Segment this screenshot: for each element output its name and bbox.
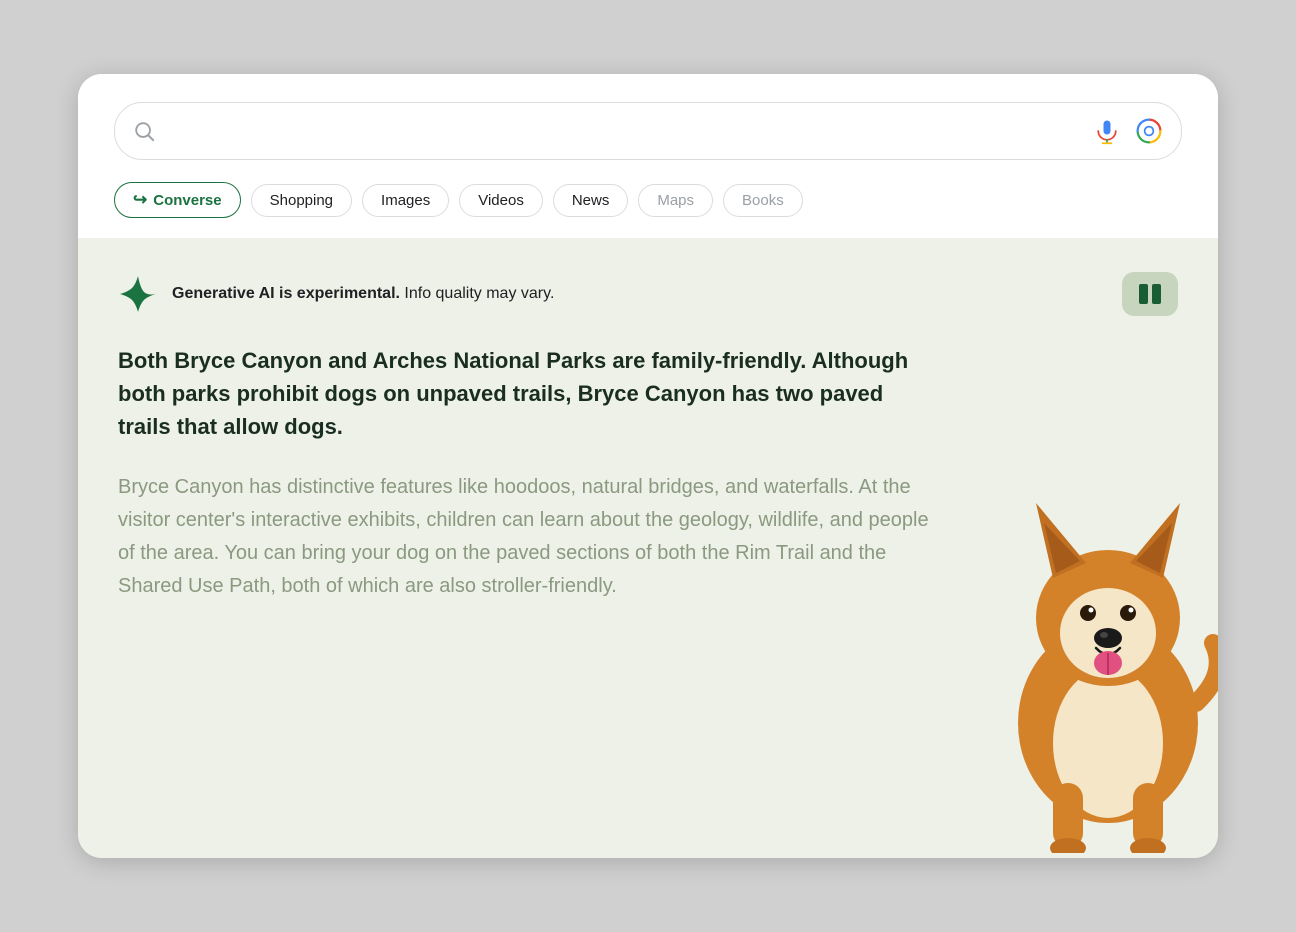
search-card: what's better for a family with kids und… [78,74,1218,858]
ai-experimental-text: Generative AI is experimental. Info qual… [172,285,554,303]
ai-header-left: Generative AI is experimental. Info qual… [118,274,554,314]
ai-star-icon [118,274,158,314]
search-icon [133,120,155,142]
tab-maps[interactable]: Maps [638,184,713,217]
tab-maps-label: Maps [657,192,694,209]
search-input[interactable]: what's better for a family with kids und… [167,121,1081,142]
converse-arrow-icon: ↪ [133,190,147,210]
search-bar[interactable]: what's better for a family with kids und… [114,102,1182,160]
tab-images[interactable]: Images [362,184,449,217]
ai-header: Generative AI is experimental. Info qual… [118,272,1178,316]
filter-tabs: ↪ Converse Shopping Images Videos News M… [114,182,1182,218]
layout-button-icon [1136,280,1164,308]
mic-icon[interactable] [1093,117,1121,145]
tab-shopping-label: Shopping [270,192,333,209]
ai-main-text: Both Bryce Canyon and Arches National Pa… [118,344,938,443]
search-icons-right [1093,117,1163,145]
ai-experimental-regular: Info quality may vary. [400,285,554,302]
tab-videos[interactable]: Videos [459,184,543,217]
tab-converse-label: Converse [153,192,221,209]
tab-converse[interactable]: ↪ Converse [114,182,241,218]
ai-experimental-bold: Generative AI is experimental. [172,285,400,302]
tab-images-label: Images [381,192,430,209]
tab-shopping[interactable]: Shopping [251,184,352,217]
tab-videos-label: Videos [478,192,524,209]
tab-books[interactable]: Books [723,184,803,217]
search-section: what's better for a family with kids und… [78,74,1218,238]
dog-illustration [968,433,1218,853]
ai-section: Generative AI is experimental. Info qual… [78,238,1218,858]
dog-image-container [968,433,1218,858]
tab-news-label: News [572,192,610,209]
lens-icon[interactable] [1135,117,1163,145]
layout-button[interactable] [1122,272,1178,316]
ai-secondary-text: Bryce Canyon has distinctive features li… [118,471,938,603]
tab-books-label: Books [742,192,784,209]
tab-news[interactable]: News [553,184,629,217]
